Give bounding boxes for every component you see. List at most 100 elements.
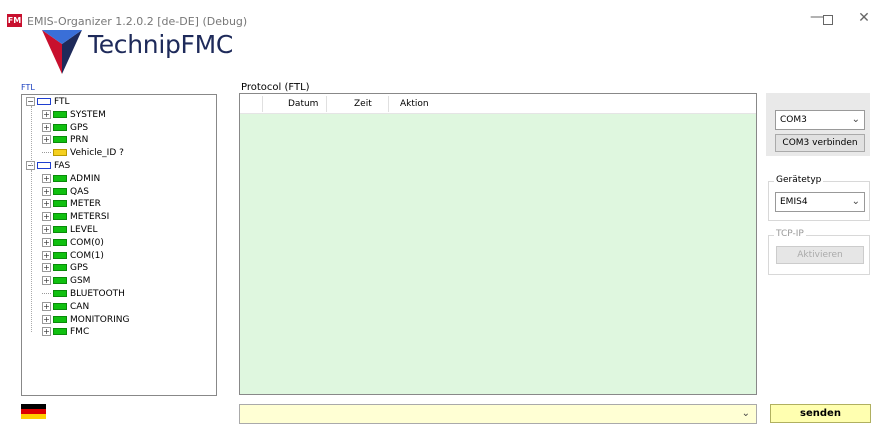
expand-icon[interactable]: + <box>42 199 51 209</box>
maximize-icon <box>823 15 833 25</box>
tree-item-label: GPS <box>70 122 89 133</box>
tree-guide-line <box>31 106 32 166</box>
connection-panel: COM3 ⌄ COM3 verbinden <box>766 93 870 156</box>
com-port-value: COM3 <box>780 115 807 125</box>
maximize-button[interactable] <box>813 11 843 31</box>
tree-item[interactable]: BLUETOOTH <box>42 288 125 301</box>
tree-item[interactable]: + PRN <box>42 134 88 147</box>
com-port-select[interactable]: COM3 ⌄ <box>775 110 865 130</box>
device-type-value: EMIS4 <box>780 197 808 207</box>
tree-item[interactable]: + GPS <box>42 262 88 275</box>
tree-item-label: COM(0) <box>70 237 104 248</box>
tcpip-label: TCP-IP <box>774 229 806 239</box>
command-input[interactable]: ⌄ <box>239 404 757 424</box>
tree-item-label: LEVEL <box>70 225 98 235</box>
node-status-icon <box>53 187 67 195</box>
expand-icon[interactable]: + <box>42 173 51 183</box>
tree-item[interactable]: + QAS <box>42 186 89 199</box>
tree-item[interactable]: + METER <box>42 198 101 211</box>
app-icon: FM <box>7 14 22 27</box>
tree-item-label: METER <box>70 199 101 210</box>
send-button[interactable]: senden <box>770 404 871 423</box>
technipfmc-logo-icon <box>42 30 82 74</box>
collapse-icon[interactable]: − <box>26 97 35 106</box>
node-status-icon <box>53 277 67 285</box>
protocol-title: Protocol (FTL) <box>241 82 310 93</box>
column-header-aktion[interactable]: Aktion <box>400 94 429 114</box>
expand-icon[interactable]: + <box>42 263 51 273</box>
node-status-icon <box>53 251 67 259</box>
column-header-datum[interactable]: Datum <box>288 94 318 114</box>
device-tree[interactable]: − FTL + SYSTEM + GPS + PRN Vehicle_ID ? − FAS + ADMI… <box>21 94 217 396</box>
tree-item-label: COM(1) <box>70 250 104 261</box>
tree-item-label: GSM <box>70 276 91 287</box>
connect-button[interactable]: COM3 verbinden <box>775 134 865 152</box>
tree-item[interactable]: + SYSTEM <box>42 109 106 122</box>
tree-item[interactable]: + GPS <box>42 122 88 135</box>
node-status-icon <box>53 136 67 144</box>
logo-text: TechnipFMC <box>88 30 234 59</box>
tree-item-label: ADMIN <box>70 173 101 184</box>
tree-item[interactable]: + LEVEL <box>42 224 98 237</box>
node-status-icon <box>37 98 51 105</box>
tcpip-group: TCP-IP Aktivieren <box>768 229 870 275</box>
activate-button[interactable]: Aktivieren <box>776 246 864 264</box>
tree-item[interactable]: − FTL <box>26 96 70 109</box>
tree-item-label: FAS <box>54 161 71 171</box>
node-status-icon <box>53 226 67 233</box>
tree-item-label: Vehicle_ID ? <box>70 148 124 159</box>
node-status-icon <box>53 302 67 310</box>
column-header-zeit[interactable]: Zeit <box>354 94 372 114</box>
tree-item[interactable]: + FMC <box>42 326 89 339</box>
tree-item[interactable]: + COM(1) <box>42 250 104 263</box>
tree-item[interactable]: + COM(0) <box>42 237 104 250</box>
node-status-icon <box>53 315 67 323</box>
expand-icon[interactable]: + <box>42 122 51 132</box>
expand-icon[interactable]: + <box>42 109 51 119</box>
tree-item[interactable]: + CAN <box>42 301 89 314</box>
tree-item[interactable]: + GSM <box>42 275 90 288</box>
expand-icon[interactable]: + <box>42 276 51 286</box>
node-status-icon <box>53 328 67 336</box>
node-status-icon <box>53 123 67 131</box>
tree-connector <box>42 152 51 154</box>
tree-item-label: METERSI <box>70 212 110 223</box>
expand-icon[interactable]: + <box>42 301 51 311</box>
tree-item[interactable]: + METERSI <box>42 211 109 224</box>
expand-icon[interactable]: + <box>42 225 51 234</box>
node-status-icon <box>53 110 67 118</box>
tree-guide-line <box>31 170 32 333</box>
node-status-icon <box>53 264 67 272</box>
device-type-select[interactable]: EMIS4 ⌄ <box>775 192 865 212</box>
close-button[interactable]: ✕ <box>849 9 876 29</box>
expand-icon[interactable]: + <box>42 135 51 145</box>
tree-item-label: CAN <box>70 301 90 312</box>
protocol-list[interactable]: Datum Zeit Aktion <box>239 93 757 395</box>
node-status-icon <box>53 238 67 246</box>
expand-icon[interactable]: + <box>42 212 51 222</box>
expand-icon[interactable]: + <box>42 250 51 260</box>
expand-icon[interactable]: + <box>42 237 51 247</box>
tree-item-label: MONITORING <box>70 314 130 325</box>
title-bar: FM EMIS-Organizer 1.2.0.2 [de-DE] (Debug… <box>0 0 876 30</box>
tree-item-label: GPS <box>70 263 89 274</box>
expand-icon[interactable]: + <box>42 314 51 324</box>
tree-item-label: FMC <box>70 327 90 338</box>
tree-item[interactable]: Vehicle_ID ? <box>42 147 124 160</box>
expand-icon[interactable]: + <box>42 186 51 196</box>
node-status-icon <box>53 290 67 297</box>
device-type-group: Gerätetyp EMIS4 ⌄ <box>768 175 870 221</box>
chevron-down-icon: ⌄ <box>741 408 750 419</box>
german-flag-icon[interactable] <box>21 404 46 419</box>
node-status-icon <box>53 149 67 157</box>
tree-item[interactable]: + ADMIN <box>42 173 100 186</box>
tree-item[interactable]: − FAS <box>26 160 70 173</box>
chevron-down-icon: ⌄ <box>851 114 860 125</box>
tree-item[interactable]: + MONITORING <box>42 314 129 327</box>
node-status-icon <box>53 213 67 221</box>
expand-icon[interactable]: + <box>42 327 51 337</box>
tree-item-label: PRN <box>70 135 89 146</box>
tree-header-label: FTL <box>21 83 35 92</box>
protocol-header: Datum Zeit Aktion <box>240 94 756 114</box>
tree-item-label: SYSTEM <box>70 109 106 120</box>
